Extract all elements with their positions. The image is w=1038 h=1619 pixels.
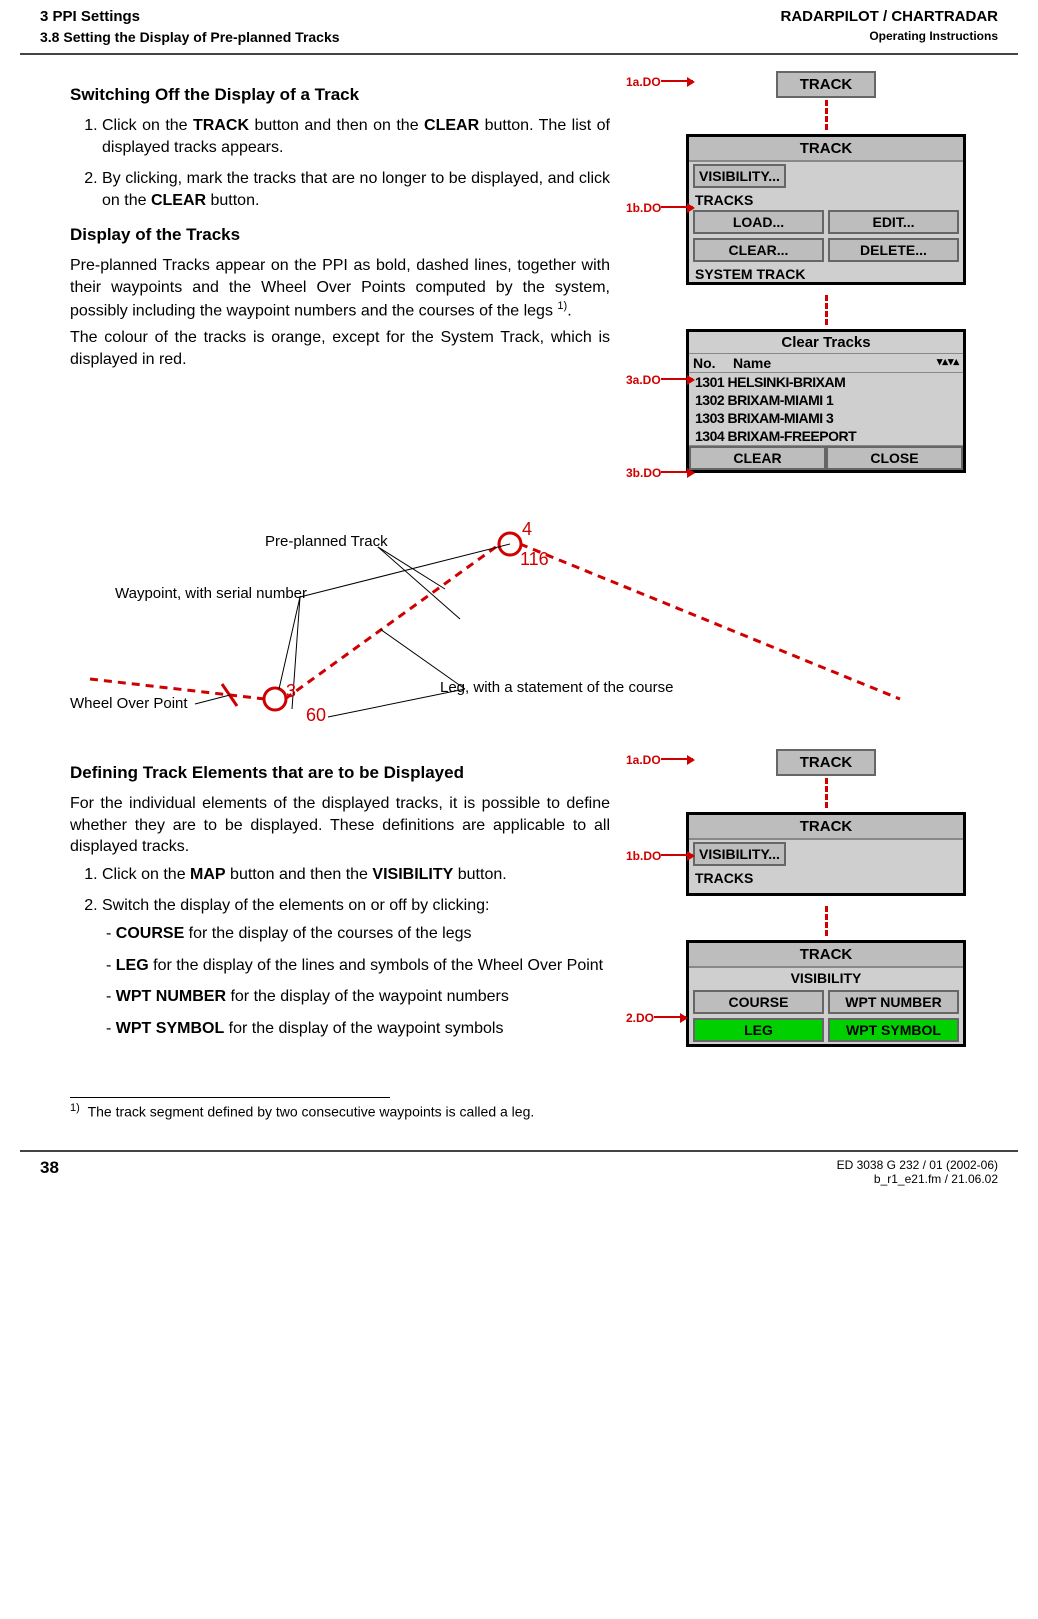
flow-arrow-icon [825, 295, 828, 325]
anno-wheel: Wheel Over Point [70, 695, 188, 712]
clear-tracks-title: Clear Tracks [689, 332, 963, 353]
vis-label: VISIBILITY [689, 968, 963, 988]
sec3-step1: Click on the MAP button and then the VIS… [102, 864, 610, 886]
wpt-symbol-toggle[interactable]: WPT SYMBOL [828, 1018, 959, 1042]
footer-divider [20, 1150, 1018, 1152]
track-button[interactable]: TRACK [776, 71, 876, 98]
visibility-panel: TRACK VISIBILITY COURSE WPT NUMBER LEG W… [686, 940, 966, 1047]
tag-1a: 1a.DO [626, 75, 693, 89]
sec3-step2: Switch the display of the elements on or… [102, 895, 610, 1039]
sec2-title: Display of the Tracks [70, 225, 610, 245]
col-name: Name [733, 355, 771, 371]
doc-id: ED 3038 G 232 / 01 (2002-06) [837, 1158, 998, 1172]
tag-3b: 3b.DO [626, 466, 693, 480]
tag-1a-b: 1a.DO [626, 753, 693, 767]
clear-button[interactable]: CLEAR... [693, 238, 824, 262]
sec2-p1: Pre-planned Tracks appear on the PPI as … [70, 255, 610, 321]
leg-toggle[interactable]: LEG [693, 1018, 824, 1042]
anno-leg: Leg, with a statement of the course [440, 679, 673, 696]
flow-arrow-icon [825, 100, 828, 130]
tracks-label: TRACKS [689, 190, 963, 208]
list-item[interactable]: 1302 BRIXAM-MIAMI 1 [689, 391, 963, 409]
wp-3: 3 [286, 681, 296, 702]
list-item[interactable]: 1301 HELSINKI-BRIXAM [689, 373, 963, 391]
close-button[interactable]: CLOSE [826, 446, 963, 470]
list-item[interactable]: 1304 BRIXAM-FREEPORT [689, 427, 963, 445]
tag-3a: 3a.DO [626, 373, 693, 387]
clear-tracks-panel: Clear Tracks No. Name ▾▴▾▴ 1301 HELSINKI… [686, 329, 966, 473]
track-diagram: Pre-planned Track Waypoint, with serial … [70, 509, 998, 739]
system-track-label: SYSTEM TRACK [689, 264, 963, 282]
course-toggle[interactable]: COURSE [693, 990, 824, 1014]
footnote: 1) The track segment defined by two cons… [0, 1102, 1038, 1120]
header-divider [20, 53, 1018, 55]
edit-button[interactable]: EDIT... [828, 210, 959, 234]
file-id: b_r1_e21.fm / 21.06.02 [837, 1172, 998, 1186]
clear-list-button[interactable]: CLEAR [689, 446, 826, 470]
anno-waypoint: Waypoint, with serial number [115, 585, 307, 602]
tag-2: 2.DO [626, 1011, 686, 1025]
visibility-button-2[interactable]: VISIBILITY... [693, 842, 786, 866]
track-button-2[interactable]: TRACK [776, 749, 876, 776]
sort-icons[interactable]: ▾▴▾▴ [937, 355, 959, 371]
sec3-p1: For the individual elements of the displ… [70, 793, 610, 858]
track-panel-2: TRACK VISIBILITY... TRACKS [686, 812, 966, 896]
delete-button[interactable]: DELETE... [828, 238, 959, 262]
course-116: 116 [520, 549, 549, 570]
tag-1b: 1b.DO [626, 201, 693, 215]
wpt-number-toggle[interactable]: WPT NUMBER [828, 990, 959, 1014]
sec1-step2: By clicking, mark the tracks that are no… [102, 168, 610, 211]
product-label: RADARPILOT / CHARTRADAR [781, 8, 999, 25]
panel-title-2: TRACK [689, 815, 963, 840]
visibility-button[interactable]: VISIBILITY... [693, 164, 786, 188]
sec1-title: Switching Off the Display of a Track [70, 85, 610, 105]
anno-preplanned: Pre-planned Track [265, 533, 388, 550]
page-number: 38 [40, 1158, 59, 1186]
footnote-divider [70, 1097, 390, 1098]
flow-arrow-icon [825, 778, 828, 808]
chapter-label: 3 PPI Settings [40, 8, 140, 25]
panel-title: TRACK [689, 137, 963, 162]
wp-4: 4 [522, 519, 532, 540]
doctype-label: Operating Instructions [869, 29, 998, 45]
vis-panel-title: TRACK [689, 943, 963, 968]
list-item[interactable]: 1303 BRIXAM-MIAMI 3 [689, 409, 963, 427]
flow-arrow-icon [825, 906, 828, 936]
section-label: 3.8 Setting the Display of Pre-planned T… [40, 29, 340, 45]
tracks-label-2: TRACKS [689, 868, 963, 886]
track-panel: TRACK VISIBILITY... TRACKS LOAD... EDIT.… [686, 134, 966, 285]
sec2-p2: The colour of the tracks is orange, exce… [70, 327, 610, 370]
sec1-step1: Click on the TRACK button and then on th… [102, 115, 610, 158]
sec3-title: Defining Track Elements that are to be D… [70, 763, 610, 783]
col-no: No. [693, 355, 733, 371]
course-60: 60 [306, 705, 326, 726]
tag-1b-b: 1b.DO [626, 849, 693, 863]
load-button[interactable]: LOAD... [693, 210, 824, 234]
